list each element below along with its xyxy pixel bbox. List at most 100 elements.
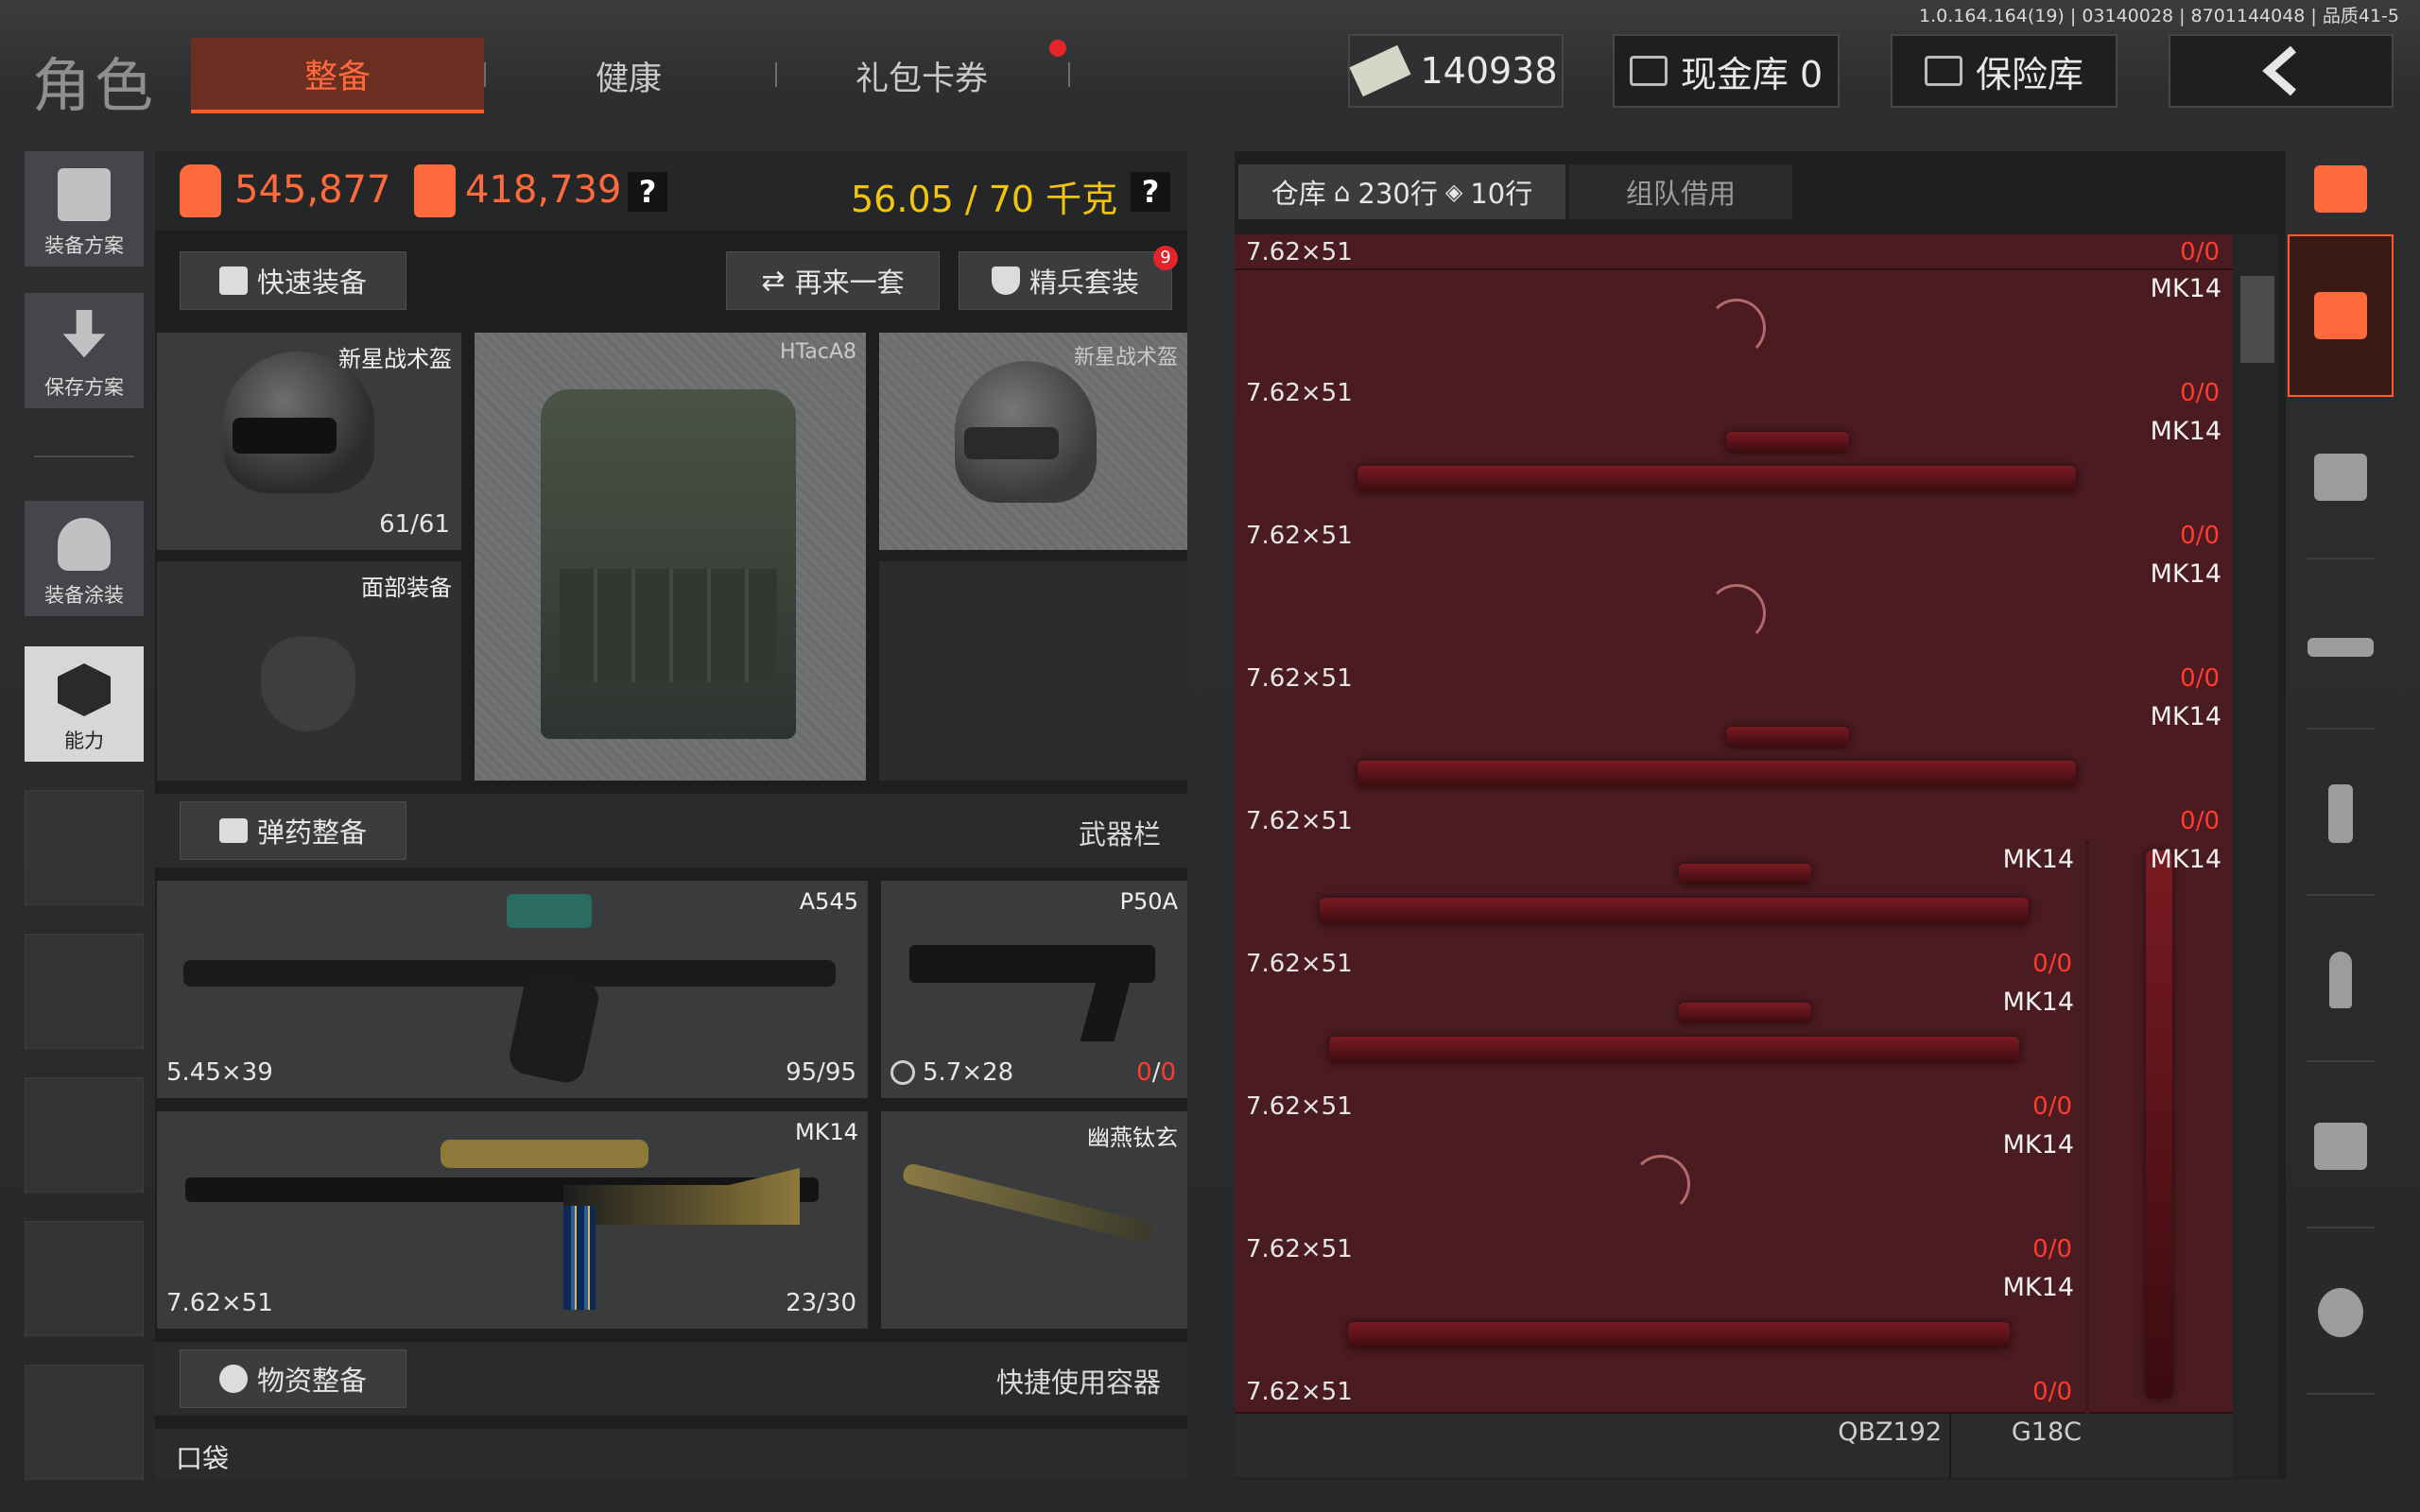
again-button[interactable]: ⇄ 再来一套	[726, 251, 940, 310]
item-count: 0/0	[2180, 664, 2220, 693]
category-scope[interactable]	[2288, 1075, 2394, 1217]
sidebar-equipment-skin[interactable]: 装备涂装	[25, 501, 144, 616]
category-magazine[interactable]	[2288, 743, 2394, 885]
sidebar-ability[interactable]: 能力	[25, 646, 144, 762]
primary-weapon-slot[interactable]: A545 5.45×39 95/95	[157, 881, 868, 1098]
category-vest[interactable]	[2288, 406, 2394, 548]
category-grenade[interactable]	[2288, 1242, 2394, 1383]
backpack-value: 545,877	[234, 168, 391, 212]
category-divider	[2307, 1227, 2375, 1228]
helmet-name: 新星战术盔	[338, 346, 452, 372]
pistol-ammo-count: 0/0	[1136, 1058, 1176, 1087]
team-borrow-tab[interactable]: 组队借用	[1569, 164, 1792, 219]
page-title: 角色	[32, 51, 158, 120]
secondary-weapon-magazine	[563, 1206, 596, 1310]
cash-amount: 140938	[1420, 50, 1558, 92]
tab-divider	[775, 62, 777, 87]
helmet-slot[interactable]: 新星战术盔 61/61	[157, 333, 461, 550]
sidebar-save-plan[interactable]: 保存方案	[25, 293, 144, 408]
supply-equip-label: 物资整备	[256, 1365, 367, 1397]
back-button[interactable]	[2169, 34, 2394, 108]
warehouse-item[interactable]: MK14 7.62×51 0/0	[1235, 841, 2085, 986]
rifle-image	[1348, 1322, 2010, 1349]
grenade-icon	[2318, 1288, 2363, 1337]
warehouse-item-tall[interactable]: MK14	[2089, 841, 2233, 1414]
warehouse-grid: 7.62×51 0/0 MK14 7.62×51 0/0 MK14 7.62×5…	[1235, 234, 2233, 1478]
primary-weapon-image	[183, 960, 836, 987]
supply-section: 物资整备 快捷使用容器	[155, 1342, 1187, 1416]
elite-kit-button[interactable]: 精兵套装	[959, 251, 1172, 310]
item-name: QBZ192	[1838, 1418, 1942, 1447]
rifle-scope	[1726, 432, 1849, 453]
weight-help-button[interactable]: ?	[1131, 172, 1170, 212]
sidebar-empty-slot	[25, 934, 144, 1049]
sidebar-label: 装备方案	[44, 234, 124, 257]
vault-icon	[1629, 56, 1668, 86]
item-name: MK14	[2150, 274, 2221, 303]
primary-weapon-ammo: 95/95	[786, 1058, 856, 1087]
tab-health[interactable]: 健康	[501, 38, 756, 113]
sidebar-empty-slot	[25, 1221, 144, 1336]
sidebar-divider	[34, 455, 134, 457]
version-text: 1.0.164.164(19) | 03140028 | 8701144048 …	[1919, 6, 2399, 26]
pistol-name: P50A	[1119, 888, 1178, 915]
item-caliber: 7.62×51	[1246, 522, 1353, 550]
warehouse-item[interactable]: MK14 7.62×51 0/0	[1235, 556, 2233, 700]
rifle-image-vertical	[2146, 850, 2172, 1399]
cash-vault-button[interactable]: 现金库 0	[1613, 34, 1840, 108]
warehouse-tab[interactable]: 仓库 ⌂ 230行 ◈ 10行	[1238, 164, 1565, 219]
value-help-button[interactable]: ?	[628, 172, 667, 212]
ammo-icon	[2329, 952, 2352, 1008]
helmet2-slot[interactable]: 新星战术盔	[879, 333, 1187, 550]
warehouse-item[interactable]: MK14 7.62×51 0/0	[1235, 1269, 2085, 1414]
warehouse-item[interactable]: MK14 7.62×51 0/0	[1235, 698, 2233, 843]
warehouse-item[interactable]: MK14 7.62×51 0/0	[1235, 984, 2085, 1128]
warehouse-item[interactable]: QBZ192	[1807, 1414, 1951, 1478]
warehouse-item[interactable]: G18C	[1951, 1414, 2093, 1478]
safe-button[interactable]: 保险库	[1891, 34, 2118, 108]
supply-icon	[218, 1365, 248, 1393]
melee-slot[interactable]: 幽燕钛玄	[881, 1111, 1187, 1329]
rifle-icon	[2308, 638, 2374, 657]
item-caliber: 7.62×51	[1246, 1235, 1353, 1263]
warehouse-item[interactable]: MK14 7.62×51 0/0	[1235, 270, 2233, 415]
item-name: MK14	[2002, 845, 2074, 874]
tab-equip[interactable]: 整备	[191, 38, 484, 113]
face-slot[interactable]: 面部装备	[157, 561, 461, 781]
face-slot-label: 面部装备	[361, 575, 452, 601]
item-count: 0/0	[2180, 238, 2220, 266]
category-ammo[interactable]	[2288, 909, 2394, 1051]
warehouse-item[interactable]: 7.62×51 0/0	[1235, 234, 2233, 270]
vest-slot[interactable]: HTacA8	[475, 333, 866, 781]
warehouse-scrollbar-thumb[interactable]	[2240, 276, 2274, 363]
quick-container-label: 快捷使用容器	[995, 1366, 1161, 1399]
warehouse-rows: 230行	[1357, 178, 1438, 210]
vest-image	[541, 389, 796, 739]
item-name: MK14	[2002, 988, 2074, 1017]
helmet2-visor	[964, 427, 1059, 459]
supply-equip-button[interactable]: 物资整备	[180, 1349, 406, 1408]
category-rifle[interactable]	[2288, 576, 2394, 718]
back-arrow-icon	[2262, 45, 2296, 96]
warehouse-item[interactable]: MK14 7.62×51 0/0	[1235, 1126, 2085, 1271]
secondary-weapon-slot[interactable]: MK14 7.62×51 23/30	[157, 1111, 868, 1329]
helmet-skin-icon	[58, 518, 111, 571]
vest-value: 418,739	[465, 168, 622, 212]
item-count: 0/0	[2180, 807, 2220, 835]
warehouse-scrolltrack[interactable]	[2233, 234, 2278, 1478]
warehouse-item[interactable]: MK14 7.62×51 0/0	[1235, 413, 2233, 558]
item-name: MK14	[2150, 417, 2221, 446]
ammo-equip-button[interactable]: 弹药整备	[180, 801, 406, 860]
download-icon	[62, 310, 106, 358]
item-name: MK14	[2150, 702, 2221, 731]
safe-label: 保险库	[1975, 53, 2083, 95]
sidebar-equipment-plan[interactable]: 装备方案	[25, 151, 144, 266]
gas-mask-icon	[261, 637, 355, 731]
tab-gift-cards[interactable]: 礼包卡券	[794, 38, 1049, 113]
category-storage[interactable]	[2288, 234, 2394, 397]
secondary-weapon-scope	[441, 1140, 648, 1168]
sidebar-empty-slot	[25, 1077, 144, 1193]
empty-gear-slot[interactable]	[879, 561, 1187, 781]
quick-equip-button[interactable]: 快速装备	[180, 251, 406, 310]
pistol-slot[interactable]: P50A 5.7×28 0/0	[881, 881, 1187, 1098]
